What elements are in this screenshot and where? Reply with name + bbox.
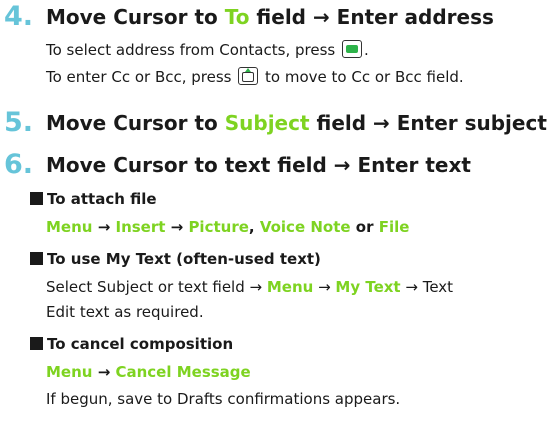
square-bullet-icon (30, 337, 43, 350)
voice-note-label: Voice Note (259, 218, 351, 236)
file-label: File (378, 218, 410, 236)
my-text-label: My Text (335, 278, 401, 296)
arrow-text: → (92, 218, 116, 236)
picture-label: Picture (188, 218, 249, 236)
my-text-path: Select Subject or text field → Menu → My… (46, 277, 453, 297)
step-4-text-post: field → Enter address (249, 5, 494, 29)
attach-file-heading: To attach file (30, 189, 157, 209)
cancel-path: Menu → Cancel Message (46, 362, 251, 382)
step-4-line-2-pre: To enter Cc or Bcc, press (46, 68, 232, 86)
attach-file-heading-text: To attach file (47, 190, 157, 208)
arrow-text: → (313, 278, 336, 296)
insert-label: Insert (115, 218, 166, 236)
step-5-number: 5. (4, 107, 34, 138)
my-text-heading-text: To use My Text (often-used text) (47, 250, 321, 268)
cancel-line-2: If begun, save to Drafts confirmations a… (46, 390, 401, 408)
step-4-line-2: To enter Cc or Bcc, press to move to Cc … (46, 67, 464, 87)
step-4-number: 4. (4, 1, 34, 32)
step-4-line-1: To select address from Contacts, press . (46, 40, 369, 60)
step-6-heading: 6. Move Cursor to text field → Enter text (4, 149, 471, 180)
step-4-heading: 4. Move Cursor to To field → Enter addres… (4, 1, 494, 32)
comma-text: , (248, 218, 260, 236)
step-4-text-pre: Move Cursor to (46, 5, 225, 29)
cancel-composition-heading-text: To cancel composition (47, 335, 234, 353)
square-bullet-icon (30, 252, 43, 265)
my-text-heading: To use My Text (often-used text) (30, 249, 321, 269)
cancel-message-label: Cancel Message (115, 363, 251, 381)
step-4-line-1-end: . (363, 41, 369, 59)
step-4-field: To (224, 5, 250, 29)
cancel-composition-heading: To cancel composition (30, 334, 233, 354)
step-5-text-pre: Move Cursor to (46, 111, 225, 135)
step-4-line-1-text: To select address from Contacts, press (46, 41, 336, 59)
step-5-field: Subject (224, 111, 310, 135)
my-text-post: → Text (400, 278, 454, 296)
step-4-line-2-post: to move to Cc or Bcc field. (265, 68, 464, 86)
center-key-icon (341, 40, 362, 58)
square-bullet-icon (30, 192, 43, 205)
arrow-text: → (92, 363, 116, 381)
menu-label: Menu (266, 278, 314, 296)
step-5-text-post: field → Enter subject (309, 111, 547, 135)
my-text-line-2: Edit text as required. (46, 303, 204, 321)
step-6-text: Move Cursor to text field → Enter text (46, 153, 471, 177)
arrow-text: → (165, 218, 189, 236)
or-text: or (350, 218, 379, 236)
menu-label: Menu (46, 363, 93, 381)
step-5-heading: 5. Move Cursor to Subject field → Enter s… (4, 107, 547, 138)
step-6-number: 6. (4, 149, 34, 180)
my-text-pre: Select Subject or text field → (46, 278, 267, 296)
menu-label: Menu (46, 218, 93, 236)
up-key-icon (238, 67, 259, 85)
attach-file-path: Menu → Insert → Picture, Voice Note or F… (46, 217, 409, 237)
